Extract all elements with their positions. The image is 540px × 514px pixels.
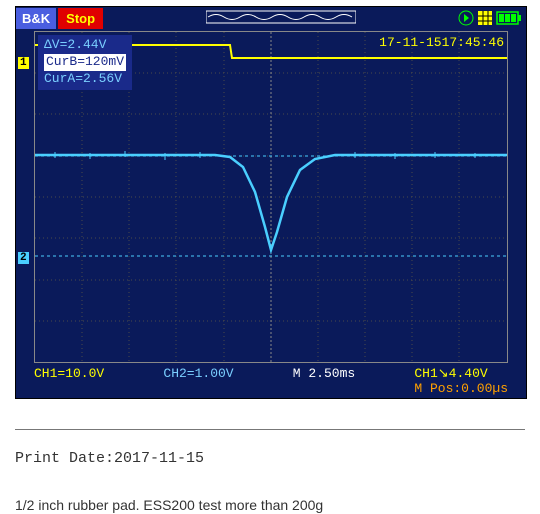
oscilloscope-screen: B&K Stop 1 2 [15, 6, 527, 399]
measurement-box: ΔV=2.44V CurB=120mV CurA=2.56V [38, 35, 132, 90]
ch1-marker: 1 [18, 57, 29, 69]
ch1-scale: CH1=10.0V [34, 366, 104, 396]
ch2-scale: CH2=1.00V [163, 366, 233, 396]
scope-footer: CH1=10.0V CH2=1.00V M 2.50ms CH1↘4.40V M… [34, 366, 508, 396]
play-icon[interactable] [458, 10, 474, 26]
topbar-icons [458, 10, 526, 26]
cursor-a: CurA=2.56V [44, 71, 126, 88]
battery-icon [496, 11, 522, 25]
cursor-b: CurB=120mV [44, 54, 126, 71]
divider [15, 429, 525, 430]
brand-label: B&K [16, 8, 56, 29]
ch1-trigger: CH1↘4.40V [414, 366, 487, 381]
m-pos: M Pos:0.00µs [414, 381, 508, 396]
delta-v: ΔV=2.44V [44, 37, 126, 54]
ch2-marker: 2 [18, 252, 29, 264]
timestamp: 17-11-1517:45:46 [379, 35, 504, 50]
scope-topbar: B&K Stop [16, 7, 526, 29]
topbar-waveform-icon [103, 10, 458, 26]
grid-icon[interactable] [477, 10, 493, 26]
print-date: Print Date:2017-11-15 [15, 450, 525, 467]
run-status[interactable]: Stop [58, 8, 103, 29]
waveform-plot: ΔV=2.44V CurB=120mV CurA=2.56V 17-11-151… [34, 31, 508, 363]
timebase: M 2.50ms [293, 366, 355, 396]
